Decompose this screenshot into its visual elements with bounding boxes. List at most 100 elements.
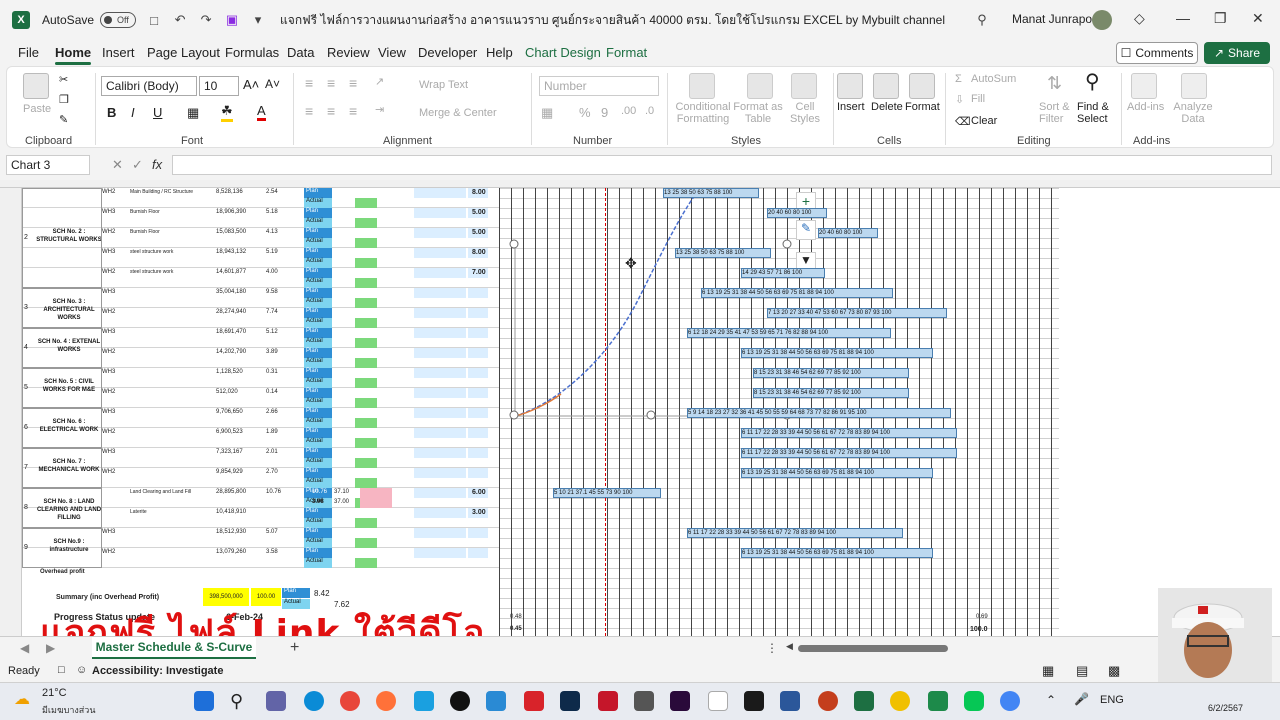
font-size-select[interactable]: 10 (199, 76, 239, 96)
weather-desc[interactable]: มีเมฆบางส่วน (42, 703, 95, 717)
customize-icon[interactable]: ▾ (250, 12, 266, 28)
cell-styles-icon[interactable] (791, 73, 817, 99)
obs-icon[interactable] (450, 691, 470, 711)
redo-icon[interactable]: ↷ (198, 12, 214, 28)
user-name[interactable]: Manat Junrapoo (1012, 12, 1099, 26)
copy-icon[interactable]: ❐ (59, 93, 69, 106)
line-icon[interactable] (964, 691, 984, 711)
align-right-icon[interactable]: ≡ (349, 103, 357, 119)
project-icon[interactable] (928, 691, 948, 711)
align-middle-icon[interactable]: ≡ (327, 75, 335, 91)
format-button[interactable]: Format (905, 101, 940, 113)
analyze-data-button[interactable]: Analyze Data (1173, 101, 1213, 125)
page-layout-view-icon[interactable]: ▤ (1076, 663, 1088, 679)
fill-color-icon[interactable]: ☘ (221, 103, 233, 122)
addins-button[interactable]: Add-ins (1127, 101, 1164, 113)
app2-icon[interactable] (890, 691, 910, 711)
comma-icon[interactable]: 9 (601, 105, 608, 120)
chart-handle[interactable] (782, 239, 792, 249)
format-table-icon[interactable] (747, 73, 773, 99)
language-indicator[interactable]: ENG (1100, 694, 1124, 706)
save-icon[interactable]: ▣ (224, 12, 240, 28)
insert-button[interactable]: Insert (837, 101, 865, 113)
tray-expand-icon[interactable]: ⌃ (1046, 693, 1056, 707)
tab-page-layout[interactable]: Page Layout (147, 45, 220, 60)
diamond-icon[interactable]: ◇ (1134, 10, 1145, 27)
file-icon[interactable]: □ (146, 12, 162, 28)
word-icon[interactable] (780, 691, 800, 711)
clear-button[interactable]: Clear (971, 115, 997, 127)
paste-icon[interactable] (23, 73, 49, 99)
next-sheet-icon[interactable]: ▶ (46, 641, 55, 655)
normal-view-icon[interactable]: ▦ (1042, 663, 1054, 679)
chart-handle[interactable] (646, 410, 656, 420)
scroll-options-icon[interactable]: ⋮ (766, 641, 778, 655)
tab-review[interactable]: Review (327, 45, 370, 60)
tab-data[interactable]: Data (287, 45, 314, 60)
conditional-format-icon[interactable] (689, 73, 715, 99)
firefox-icon[interactable] (376, 691, 396, 711)
formula-input[interactable] (172, 155, 1272, 175)
cell-styles-button[interactable]: Cell Styles (785, 101, 825, 125)
tab-insert[interactable]: Insert (102, 45, 135, 60)
accessibility-icon[interactable]: ☺ (76, 664, 87, 676)
decrease-decimal-icon[interactable]: .0 (645, 105, 654, 117)
undo-icon[interactable]: ↶ (172, 12, 188, 28)
name-box[interactable]: Chart 3 (6, 155, 90, 175)
teams-icon[interactable] (266, 691, 286, 711)
chart-handle[interactable] (509, 239, 519, 249)
excel-taskbar-icon[interactable] (854, 691, 874, 711)
pdf-icon[interactable] (598, 691, 618, 711)
function-icon[interactable]: fx (152, 157, 162, 172)
font-name-select[interactable]: Calibri (Body) (101, 76, 197, 96)
tab-help[interactable]: Help (486, 45, 513, 60)
number-format-select[interactable]: Number (539, 76, 659, 96)
close-icon[interactable]: ✕ (1252, 10, 1264, 27)
eraser-icon[interactable]: ⌫ (955, 115, 971, 128)
fill-icon[interactable]: ⇩ (955, 93, 964, 106)
edge-icon[interactable] (304, 691, 324, 711)
share-button[interactable]: ↗ Share (1204, 42, 1270, 64)
app-icon[interactable] (486, 691, 506, 711)
align-top-icon[interactable]: ≡ (305, 75, 313, 91)
delete-button[interactable]: Delete (871, 101, 903, 113)
grow-font-icon[interactable]: A˄ (243, 77, 259, 92)
autosave-toggle[interactable]: Off (100, 12, 137, 28)
search-taskbar-icon[interactable]: ⚲ (230, 691, 250, 711)
search-icon[interactable]: ⚲ (974, 12, 990, 28)
macro-icon[interactable]: □ (58, 664, 65, 676)
find-select-button[interactable]: Find & Select (1077, 101, 1117, 125)
sort-filter-icon[interactable]: ⇅ (1047, 73, 1062, 94)
autosum-button[interactable]: AutoSum (971, 73, 1016, 85)
microphone-icon[interactable]: 🎤 (1074, 692, 1089, 706)
tab-format[interactable]: Format (606, 45, 647, 60)
add-sheet-icon[interactable]: + (290, 639, 299, 657)
cut-icon[interactable]: ✂ (59, 73, 68, 86)
powerpoint-icon[interactable] (818, 691, 838, 711)
capture-icon[interactable] (708, 691, 728, 711)
acrobat-icon[interactable] (524, 691, 544, 711)
format-as-table-button[interactable]: Format as Table (733, 101, 783, 125)
format-painter-icon[interactable]: ✎ (59, 113, 68, 126)
find-icon[interactable]: ⚲ (1085, 69, 1100, 94)
analyze-data-icon[interactable] (1181, 73, 1207, 99)
addins-icon[interactable] (1131, 73, 1157, 99)
tab-home[interactable]: Home (55, 45, 92, 65)
tab-chart-design[interactable]: Chart Design (525, 45, 601, 60)
capcut-icon[interactable] (744, 691, 764, 711)
worksheet-grid[interactable]: WH2 Main Building / RC Structure 8,528,136… (0, 180, 1280, 636)
tab-developer[interactable]: Developer (418, 45, 477, 60)
delete-cells-icon[interactable] (873, 73, 899, 99)
format-cells-icon[interactable] (909, 73, 935, 99)
paste-button[interactable]: Paste (23, 103, 51, 115)
accessibility-status[interactable]: Accessibility: Investigate (92, 665, 223, 677)
enter-icon[interactable]: ✓ (132, 157, 143, 173)
percent-icon[interactable]: % (579, 105, 591, 120)
restore-icon[interactable]: ❐ (1214, 10, 1227, 27)
column-headers[interactable] (0, 180, 1280, 188)
minimize-icon[interactable]: — (1176, 10, 1190, 26)
row-headers[interactable] (0, 188, 22, 636)
weather-icon[interactable]: ☁ (14, 689, 30, 709)
chrome2-icon[interactable] (1000, 691, 1020, 711)
scroll-left-icon[interactable]: ◀ (786, 641, 793, 652)
